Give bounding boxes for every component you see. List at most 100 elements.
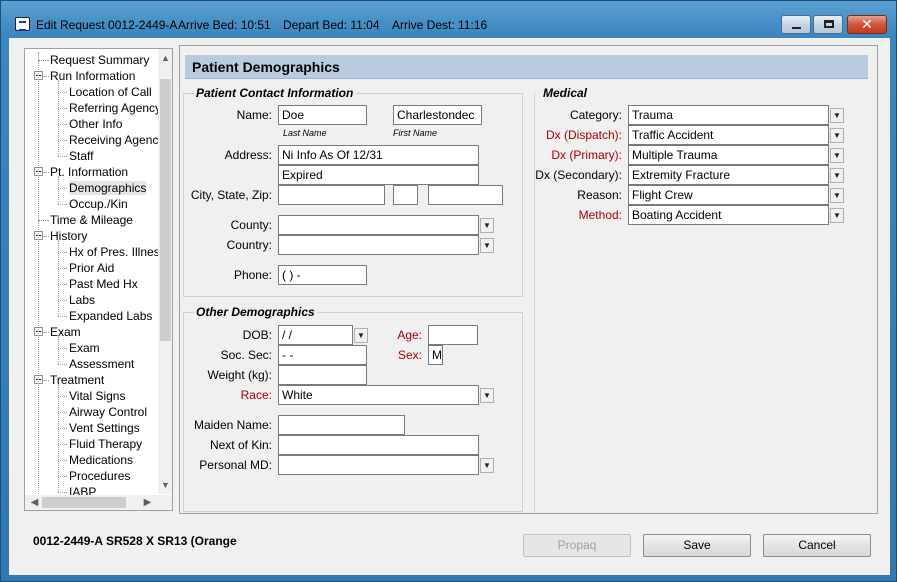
first-name-field[interactable]: Charlestondec (393, 105, 482, 125)
last-name-field[interactable]: Doe (278, 105, 367, 125)
race-chevron-down-icon[interactable]: ▼ (480, 388, 494, 403)
scroll-right-icon[interactable]: ▶ (140, 495, 155, 510)
dx-secondary-dropdown[interactable]: Extremity Fracture (628, 165, 829, 185)
tree-item[interactable]: Vent Settings (25, 420, 158, 436)
scroll-down-icon[interactable]: ▼ (158, 478, 172, 492)
county-chevron-down-icon[interactable]: ▼ (480, 218, 494, 233)
method-chevron-down-icon[interactable]: ▼ (830, 208, 844, 223)
tree-connector (58, 188, 67, 189)
next-of-kin-field[interactable] (278, 435, 479, 455)
country-dropdown[interactable] (278, 235, 479, 255)
state-field[interactable] (393, 185, 418, 205)
tree-connector (58, 364, 67, 365)
dx-dispatch-chevron-down-icon[interactable]: ▼ (830, 128, 844, 143)
dob-label: DOB: (242, 328, 272, 342)
tree-item-label: Run Information (50, 69, 136, 83)
tree-item[interactable]: Airway Control (25, 404, 158, 420)
dx-primary-dropdown[interactable]: Multiple Trauma (628, 145, 829, 165)
tree-item[interactable]: Time & Mileage (25, 212, 158, 228)
weight-field[interactable] (278, 365, 367, 385)
tree-item[interactable]: Occup./Kin (25, 196, 158, 212)
cancel-button[interactable]: Cancel (763, 534, 871, 557)
tree-item[interactable]: Referring Agency (25, 100, 161, 116)
navigation-tree[interactable]: Request Summary Run Information Location o… (24, 48, 173, 511)
reason-dropdown[interactable]: Flight Crew (628, 185, 829, 205)
tree-item[interactable]: Expanded Labs (25, 308, 158, 324)
next-of-kin-label: Next of Kin: (209, 438, 272, 452)
personal-md-dropdown[interactable] (278, 455, 479, 475)
tree-connector (58, 268, 67, 269)
tree-item[interactable]: Pt. Information (25, 164, 158, 180)
personal-md-chevron-down-icon[interactable]: ▼ (480, 458, 494, 473)
tree-item[interactable]: Receiving Agency (25, 132, 164, 148)
reason-chevron-down-icon[interactable]: ▼ (830, 188, 844, 203)
phone-field[interactable]: ( ) - (278, 265, 367, 285)
title-bar[interactable]: Edit Request 0012-2449-A Arrive Bed: 10:… (1, 1, 897, 37)
tree-item[interactable]: Exam (25, 324, 158, 340)
tree-item-label: Pt. Information (50, 165, 129, 179)
tree-item[interactable]: Assessment (25, 356, 158, 372)
tree-item-label: Receiving Agency (69, 133, 165, 147)
dob-field[interactable]: / / (278, 325, 353, 345)
category-dropdown[interactable]: Trauma (628, 105, 829, 125)
tree-item[interactable]: Prior Aid (25, 260, 158, 276)
race-dropdown[interactable]: White (278, 385, 479, 405)
tree-item[interactable]: Past Med Hx (25, 276, 158, 292)
minimize-button[interactable] (781, 15, 811, 34)
first-name-caption: First Name (393, 128, 438, 138)
save-button[interactable]: Save (643, 534, 751, 557)
maiden-name-field[interactable] (278, 415, 405, 435)
dx-secondary-chevron-down-icon[interactable]: ▼ (830, 168, 844, 183)
tree-item[interactable]: Procedures (25, 468, 158, 484)
dx-primary-chevron-down-icon[interactable]: ▼ (830, 148, 844, 163)
tree-item[interactable]: Location of Call (25, 84, 158, 100)
method-dropdown[interactable]: Boating Accident (628, 205, 829, 225)
tree-connector (38, 60, 48, 61)
dx-dispatch-label: Dx (Dispatch): (545, 128, 622, 142)
tree-item[interactable]: Other Info (25, 116, 158, 132)
tree-item[interactable]: Labs (25, 292, 158, 308)
sex-field[interactable]: M (428, 345, 443, 365)
country-chevron-down-icon[interactable]: ▼ (480, 238, 494, 253)
ssn-field[interactable]: - - (278, 345, 367, 365)
tree-item[interactable]: History (25, 228, 158, 244)
client-area: Request Summary Run Information Location o… (9, 38, 890, 575)
tree-connector (44, 172, 49, 173)
tree-item[interactable]: Vital Signs (25, 388, 158, 404)
city-field[interactable] (278, 185, 385, 205)
tree-horizontal-scrollbar[interactable]: ◀ ▶ (25, 495, 158, 510)
dx-dispatch-dropdown[interactable]: Traffic Accident (628, 125, 829, 145)
tree-connector (58, 176, 59, 204)
tree-vertical-scroll-thumb[interactable] (160, 79, 171, 341)
category-chevron-down-icon[interactable]: ▼ (830, 108, 844, 123)
dx-primary-label: Dx (Primary): (551, 148, 622, 162)
dx-secondary-label: Dx (Secondary): (535, 168, 622, 182)
tree-item[interactable]: Medications (25, 452, 158, 468)
tree-connector (44, 380, 49, 381)
address-label: Address: (224, 148, 272, 162)
age-field[interactable] (428, 325, 478, 345)
tree-vertical-scrollbar[interactable]: ▲ ▼ (158, 49, 172, 494)
maximize-button[interactable] (813, 15, 843, 34)
tree-item[interactable]: Hx of Pres. Illness (25, 244, 166, 260)
propaq-button[interactable]: Propaq (523, 534, 631, 557)
tree-item[interactable]: Exam (25, 340, 158, 356)
tree-item[interactable]: Run Information (25, 68, 158, 84)
dob-chevron-down-icon[interactable]: ▼ (354, 328, 368, 343)
tree-item-label: Occup./Kin (69, 197, 128, 211)
tree-horizontal-scroll-thumb[interactable] (42, 497, 126, 508)
address-line1-field[interactable]: Ni Info As Of 12/31 (278, 145, 479, 165)
tree-item[interactable]: Fluid Therapy (25, 436, 158, 452)
scroll-left-icon[interactable]: ◀ (27, 495, 42, 510)
address-line2-field[interactable]: Expired (278, 165, 479, 185)
tree-connector (44, 332, 49, 333)
zip-field[interactable] (428, 185, 503, 205)
scroll-up-icon[interactable]: ▲ (158, 51, 172, 65)
tree-item[interactable]: Staff (25, 148, 158, 164)
tree-item[interactable]: Demographics (25, 180, 158, 196)
tree-item[interactable]: Treatment (25, 372, 158, 388)
county-dropdown[interactable] (278, 215, 479, 235)
tree-item[interactable]: Request Summary (25, 52, 158, 68)
close-button[interactable]: ✕ (847, 15, 887, 34)
race-label: Race: (240, 388, 272, 402)
